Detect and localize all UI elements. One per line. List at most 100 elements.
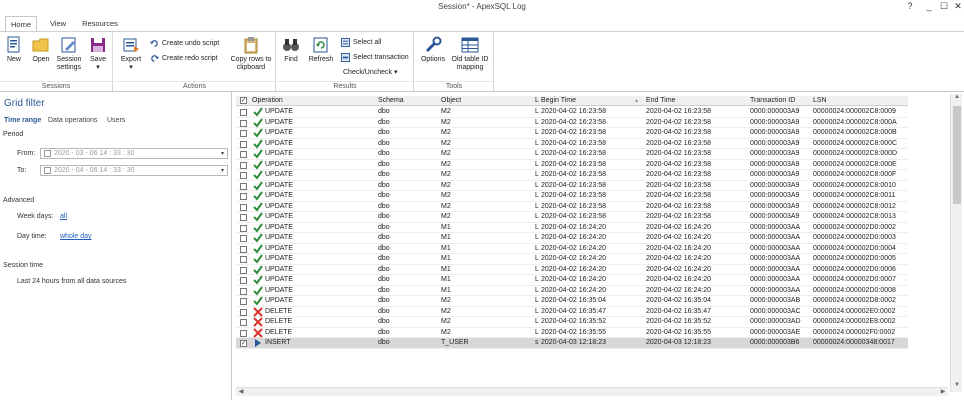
row-checkbox[interactable]: [240, 119, 247, 127]
session-settings-label-1: Session: [56, 56, 82, 63]
row-checkbox[interactable]: [240, 235, 247, 242]
row-checkbox[interactable]: ✓: [240, 340, 247, 347]
column-schema[interactable]: Schema: [378, 96, 438, 106]
row-checkbox[interactable]: [240, 172, 247, 179]
tab-home[interactable]: Home: [5, 16, 37, 31]
table-row[interactable]: UPDATE dbo M2 L 2020-04-02 16:23:58 2020-04-0…: [236, 159, 908, 170]
to-date-picker[interactable]: 2020 - 04 - 06 14 : 33 : 30 ▾: [40, 165, 228, 176]
from-enable-checkbox[interactable]: [44, 149, 51, 157]
tab-resources[interactable]: Resources: [80, 16, 120, 31]
create-redo-script-button[interactable]: Create redo script: [150, 53, 218, 64]
export-dropdown-arrow[interactable]: ▾: [129, 64, 133, 71]
row-checkbox[interactable]: [240, 161, 247, 169]
from-date-picker[interactable]: 2020 - 03 - 06 14 : 33 : 30 ▾: [40, 148, 228, 159]
row-checkbox[interactable]: [240, 140, 247, 148]
from-dropdown-icon[interactable]: ▾: [221, 149, 224, 159]
scroll-left-arrow[interactable]: ◀: [236, 388, 246, 397]
scroll-right-arrow[interactable]: ▶: [938, 388, 948, 397]
table-row[interactable]: UPDATE dbo M2 L 2020-04-02 16:23:58 2020-04-0…: [236, 170, 908, 181]
scroll-thumb[interactable]: [953, 106, 961, 204]
session-settings-button[interactable]: Session settings: [54, 36, 84, 72]
header-select-all-checkbox[interactable]: ✓: [240, 97, 247, 104]
row-checkbox[interactable]: [240, 130, 247, 137]
column-transaction-id[interactable]: Transaction ID: [750, 96, 810, 106]
row-checkbox[interactable]: [240, 151, 247, 158]
table-row[interactable]: DELETE dbo M2 L 2020-04-02 16:35:52 2020-04-0…: [236, 317, 908, 328]
table-row[interactable]: UPDATE dbo M1 L 2020-04-02 16:24:20 2020-04-0…: [236, 254, 908, 265]
row-checkbox[interactable]: [240, 308, 247, 316]
column-lsn[interactable]: LSN: [813, 96, 903, 106]
subtab-users[interactable]: Users: [107, 117, 125, 124]
subtab-data-operations[interactable]: Data operations: [48, 117, 97, 124]
row-checkbox[interactable]: [240, 256, 247, 263]
refresh-button[interactable]: Refresh: [308, 36, 334, 64]
subtab-time-range[interactable]: Time range: [4, 117, 41, 124]
save-dropdown-arrow[interactable]: ▾: [96, 64, 100, 71]
to-enable-checkbox[interactable]: [44, 166, 51, 174]
copy-rows-button[interactable]: Copy rows to clipboard: [228, 36, 274, 72]
row-checkbox[interactable]: [240, 109, 247, 116]
table-row[interactable]: UPDATE dbo M1 L 2020-04-02 16:24:20 2020-04-0…: [236, 222, 908, 233]
vertical-scrollbar[interactable]: ▲ ▼: [950, 94, 962, 392]
table-row[interactable]: UPDATE dbo M2 L 2020-04-02 16:23:58 2020-04-0…: [236, 117, 908, 128]
column-end-time[interactable]: End Time: [646, 96, 736, 106]
column-begin-time[interactable]: Begin Time: [541, 96, 611, 106]
find-button[interactable]: Find: [281, 36, 301, 64]
check-uncheck-dropdown-arrow[interactable]: ▾: [394, 69, 398, 76]
week-days-link[interactable]: all: [60, 213, 67, 220]
cell-object: M2: [441, 297, 451, 304]
row-checkbox[interactable]: [240, 277, 247, 284]
open-button[interactable]: Open: [30, 36, 52, 64]
row-checkbox[interactable]: [240, 214, 247, 221]
table-row[interactable]: ✓ INSERT dbo T_USER s 2020-04-03 12:18:23 2020…: [236, 338, 908, 349]
table-row[interactable]: UPDATE dbo M2 L 2020-04-02 16:23:58 2020-04-0…: [236, 180, 908, 191]
row-checkbox[interactable]: [240, 266, 247, 274]
table-row[interactable]: UPDATE dbo M1 L 2020-04-02 16:24:20 2020-04-0…: [236, 264, 908, 275]
row-checkbox[interactable]: [240, 203, 247, 211]
create-undo-script-button[interactable]: Create undo script: [150, 38, 219, 49]
row-checkbox[interactable]: [240, 224, 247, 232]
old-table-id-mapping-button[interactable]: Old table ID mapping: [448, 36, 492, 72]
row-checkbox[interactable]: [240, 298, 247, 305]
row-checkbox[interactable]: [240, 287, 247, 295]
row-checkbox[interactable]: [240, 319, 247, 326]
scroll-up-arrow[interactable]: ▲: [951, 94, 963, 104]
maximize-button[interactable]: ☐: [937, 1, 951, 12]
tab-view[interactable]: View: [44, 16, 72, 31]
row-checkbox[interactable]: [240, 245, 247, 253]
close-button[interactable]: ✕: [951, 1, 964, 12]
column-operation[interactable]: Operation: [252, 96, 372, 106]
table-row[interactable]: DELETE dbo M2 L 2020-04-02 16:35:55 2020-04-0…: [236, 327, 908, 338]
table-row[interactable]: UPDATE dbo M2 L 2020-04-02 16:23:58 2020-04-0…: [236, 149, 908, 160]
table-row[interactable]: UPDATE dbo M1 L 2020-04-02 16:24:20 2020-04-0…: [236, 243, 908, 254]
select-all-button[interactable]: Select all: [341, 37, 381, 48]
table-row[interactable]: UPDATE dbo M1 L 2020-04-02 16:24:20 2020-04-0…: [236, 285, 908, 296]
scroll-down-arrow[interactable]: ▼: [951, 382, 963, 392]
table-row[interactable]: UPDATE dbo M1 L 2020-04-02 16:24:20 2020-04-0…: [236, 275, 908, 286]
table-row[interactable]: UPDATE dbo M2 L 2020-04-02 16:23:58 2020-04-0…: [236, 201, 908, 212]
options-button[interactable]: Options: [419, 36, 447, 64]
save-button[interactable]: Save ▾: [87, 36, 109, 72]
minimize-button[interactable]: _: [922, 1, 936, 11]
day-time-link[interactable]: whole day: [60, 233, 92, 240]
export-button[interactable]: Export ▾: [118, 36, 144, 72]
row-checkbox[interactable]: [240, 182, 247, 190]
table-row[interactable]: UPDATE dbo M2 L 2020-04-02 16:23:58 2020-04-0…: [236, 128, 908, 139]
check-uncheck-button[interactable]: Check/Uncheck ▾: [343, 67, 398, 78]
table-row[interactable]: UPDATE dbo M2 L 2020-04-02 16:23:58 2020-04-0…: [236, 191, 908, 202]
to-dropdown-icon[interactable]: ▾: [221, 166, 224, 176]
table-row[interactable]: UPDATE dbo M1 L 2020-04-02 16:24:20 2020-04-0…: [236, 233, 908, 244]
table-row[interactable]: UPDATE dbo M2 L 2020-04-02 16:23:58 2020-04-0…: [236, 212, 908, 223]
row-checkbox[interactable]: [240, 329, 247, 337]
table-row[interactable]: DELETE dbo M2 L 2020-04-02 16:35:47 2020-04-0…: [236, 306, 908, 317]
cell-object: M2: [441, 307, 451, 315]
select-transaction-button[interactable]: Select transaction: [341, 52, 409, 63]
new-button[interactable]: New: [4, 36, 24, 64]
help-button[interactable]: ?: [903, 1, 917, 11]
horizontal-scrollbar[interactable]: ◀ ▶: [236, 387, 948, 396]
column-object[interactable]: Object: [441, 96, 531, 106]
table-row[interactable]: UPDATE dbo M2 L 2020-04-02 16:23:58 2020-04-0…: [236, 138, 908, 149]
table-row[interactable]: UPDATE dbo M2 L 2020-04-02 16:35:04 2020-04-0…: [236, 296, 908, 307]
table-row[interactable]: UPDATE dbo M2 L 2020-04-02 16:23:58 2020-04-0…: [236, 107, 908, 118]
row-checkbox[interactable]: [240, 193, 247, 200]
